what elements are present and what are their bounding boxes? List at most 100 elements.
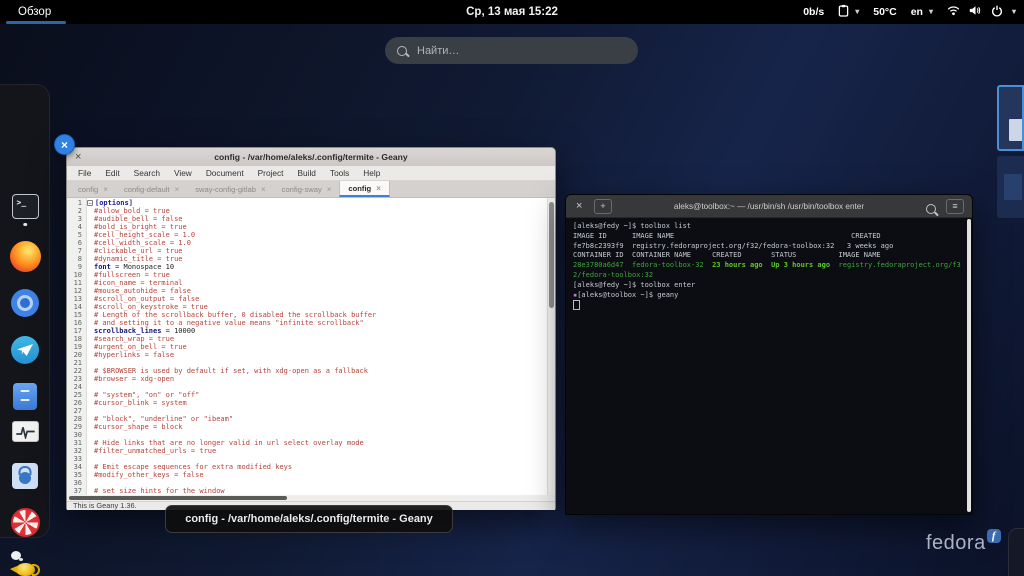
temperature-label: 50°C [873, 6, 897, 18]
menu-document[interactable]: Document [199, 168, 251, 178]
vertical-scrollbar[interactable] [547, 198, 555, 495]
tab-config-sway[interactable]: config-sway × [274, 181, 340, 197]
code-line: 14 #scroll_on_keystroke = true [73, 303, 208, 311]
wifi-icon [947, 5, 960, 19]
keyboard-layout-indicator[interactable]: en ▾ [911, 0, 933, 24]
lamp-icon [8, 550, 42, 576]
code-line: 20 #hyperlinks = false [73, 351, 175, 359]
horizontal-scrollbar-thumb[interactable] [69, 496, 287, 500]
tab-close-icon[interactable]: × [327, 185, 332, 194]
workspace-thumbnail-2[interactable] [997, 156, 1024, 218]
search-icon [926, 204, 936, 214]
system-monitor-icon [11, 421, 39, 442]
tab-label: sway-config-gitlab [195, 184, 256, 194]
code-line: 11 #icon_name = terminal [73, 279, 183, 287]
chevron-down-icon: ▾ [855, 7, 860, 16]
tab-label: config-sway [281, 184, 322, 194]
code-line: 33 [73, 455, 82, 463]
system-tray: 0b/s ▾ 50°C en ▾ ▾ [803, 0, 1016, 24]
chevron-down-icon: ▾ [1011, 7, 1016, 16]
dock-item-software[interactable] [0, 463, 50, 489]
net-speed-label: 0b/s [803, 6, 825, 18]
terminal-scrollbar[interactable] [966, 219, 971, 512]
dock-item-telegram[interactable] [0, 336, 50, 364]
tab-close-icon[interactable]: × [103, 185, 108, 194]
code-line: 28 # "block", "underline" or "ibeam" [73, 415, 234, 423]
code-line: 18 #search_wrap = true [73, 335, 175, 343]
terminal-headerbar[interactable]: × + aleks@toolbox:~ — /usr/bin/sh /usr/b… [566, 195, 972, 218]
code-line: 31 # Hide links that are no longer valid … [73, 439, 364, 447]
tab-close-icon[interactable]: × [261, 185, 266, 194]
code-line: 27 [73, 407, 82, 415]
dock-item-lamp[interactable] [0, 550, 50, 576]
fold-icon[interactable]: − [87, 200, 93, 207]
geany-editor[interactable]: 1− [options] 2 #allow_bold = true 3 #audible_… [67, 198, 555, 495]
tab-sway-config-gitlab[interactable]: sway-config-gitlab × [187, 181, 273, 197]
tab-close-icon[interactable]: × [376, 184, 381, 193]
code-line: 17 scrollback_lines = 10000 [73, 327, 196, 335]
overview-close-button[interactable]: × [54, 134, 75, 155]
code-line: 23 #browser = xdg-open [73, 375, 175, 383]
code-line: 36 [73, 479, 82, 487]
tab-label: config [348, 183, 372, 193]
code-line: 26 #cursor_blink = system [73, 399, 187, 407]
menu-view[interactable]: View [167, 168, 199, 178]
terminal-title: aleks@toolbox:~ — /usr/bin/sh /usr/bin/t… [673, 201, 865, 211]
search-bar[interactable] [385, 37, 638, 64]
menu-help[interactable]: Help [356, 168, 387, 178]
terminal-line [573, 300, 965, 312]
code-line: 7 #clickable_url = true [77, 247, 183, 255]
lollypop-icon [10, 508, 40, 537]
tab-close-icon[interactable]: × [175, 185, 180, 194]
menu-edit[interactable]: Edit [98, 168, 126, 178]
workspace-thumbnail-1[interactable] [997, 85, 1024, 151]
dock-item-chromium[interactable] [0, 289, 50, 317]
dock-item-firefox[interactable] [0, 241, 50, 272]
geany-menubar: File Edit Search View Document Project Build To… [67, 166, 555, 181]
dock-item-lollypop[interactable] [0, 508, 50, 537]
system-menu[interactable]: ▾ [947, 0, 1016, 24]
menu-project[interactable]: Project [251, 168, 291, 178]
tab-config[interactable]: config × [70, 181, 116, 197]
code-line: 2 #allow_bold = true [77, 207, 170, 215]
code-line: 22 # $BROWSER is used by default if set, … [73, 367, 368, 375]
tab-config-default[interactable]: config-default × [116, 181, 187, 197]
new-tab-button[interactable]: + [594, 199, 612, 214]
workspace-window-preview [1009, 119, 1022, 141]
fedora-f-icon: f [986, 529, 1001, 543]
geany-code-area: 1− [options] 2 #allow_bold = true 3 #audible_… [67, 199, 555, 495]
menu-search[interactable]: Search [127, 168, 167, 178]
vertical-scrollbar-thumb[interactable] [549, 202, 554, 308]
geany-titlebar[interactable]: × config - /var/home/aleks/.config/termi… [67, 148, 555, 167]
toolbox-terminal-icon: >_ [11, 194, 39, 219]
terminal-body[interactable]: [aleks@fedy ~]$ toolbox list IMAGE ID IMA… [566, 217, 972, 516]
code-line: 13 #scroll_on_output = false [73, 295, 200, 303]
terminal-menu-button[interactable]: ≡ [946, 199, 964, 214]
software-icon [12, 463, 38, 489]
code-line: 35 #modify_other_keys = false [73, 471, 204, 479]
code-line: 19 #urgent_on_bell = true [73, 343, 187, 351]
dock-item-toolbox-terminal[interactable]: >_ [0, 194, 50, 226]
workspace-window-preview [1004, 174, 1022, 200]
geany-window[interactable]: × config - /var/home/aleks/.config/termi… [66, 147, 556, 510]
menu-build[interactable]: Build [290, 168, 322, 178]
code-line: 29 #cursor_shape = block [73, 423, 183, 431]
chromium-icon [11, 289, 39, 317]
terminal-line: [aleks@fedy ~]$ toolbox enter [573, 280, 696, 289]
top-bar: Обзор Ср, 13 мая 15:22 0b/s ▾ 50°C en ▾ … [0, 0, 1024, 24]
window-close-icon[interactable]: × [75, 148, 81, 166]
code-line: 12 #mouse_autohide = false [73, 287, 191, 295]
search-input[interactable] [415, 43, 599, 58]
corner-panel [1008, 528, 1024, 576]
dock-item-files[interactable] [0, 383, 50, 410]
menu-file[interactable]: File [71, 168, 98, 178]
dock-item-system-monitor[interactable] [0, 421, 50, 442]
tab-config[interactable]: config × [339, 181, 390, 197]
terminal-line: 2/fedora-toolbox:32 [573, 270, 654, 279]
code-line: 5 #cell_height_scale = 1.0 [77, 231, 196, 239]
menu-tools[interactable]: Tools [323, 168, 356, 178]
fedora-wordmark: fedora [926, 532, 986, 554]
window-close-icon[interactable]: × [576, 200, 582, 212]
clipboard-indicator[interactable]: ▾ [838, 0, 859, 24]
terminal-window[interactable]: × + aleks@toolbox:~ — /usr/bin/sh /usr/b… [565, 194, 973, 515]
